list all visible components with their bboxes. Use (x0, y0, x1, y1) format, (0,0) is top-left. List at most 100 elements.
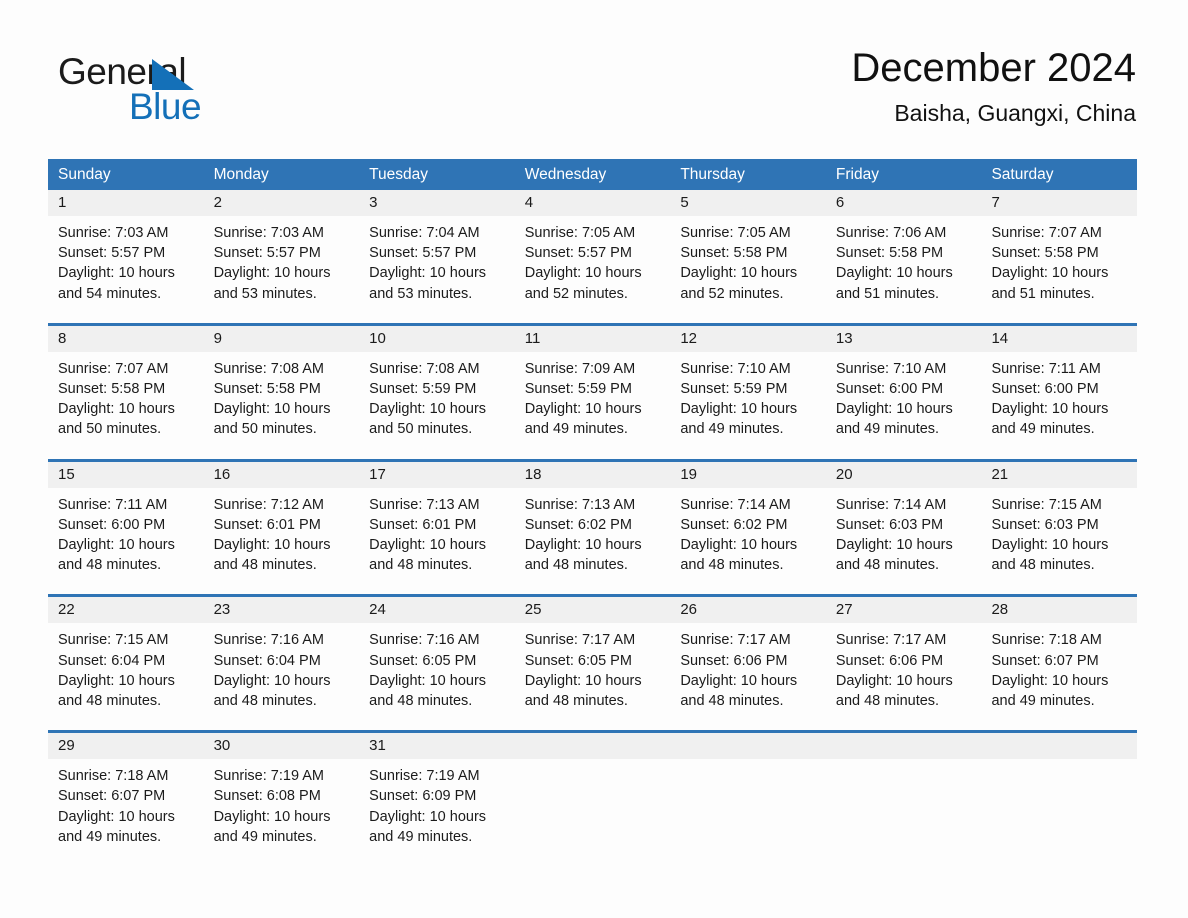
day-number (514, 733, 671, 760)
daylight-text: Daylight: 10 hours and 48 minutes. (369, 672, 487, 710)
calendar-day-cell[interactable]: 31 Sunrise: 7:19 AM Sunset: 6:09 PM Dayligh… (359, 733, 515, 857)
sunset-text: Sunset: 5:58 PM (835, 245, 944, 262)
day-details (981, 759, 1137, 847)
calendar-day-cell-empty (670, 733, 826, 857)
day-number: 29 (48, 733, 204, 760)
sunrise-text: Sunrise: 7:03 AM (58, 225, 169, 241)
calendar-day-cell[interactable]: 12 Sunrise: 7:10 AM Sunset: 5:59 PM Dayligh… (670, 325, 826, 450)
daylight-text: Daylight: 10 hours and 49 minutes. (369, 808, 487, 845)
calendar-day-cell[interactable]: 21 Sunrise: 7:15 AM Sunset: 6:03 PM Dayligh… (981, 461, 1138, 586)
sunset-text: Sunset: 6:07 PM (58, 788, 166, 805)
calendar-day-cell[interactable]: 20 Sunrise: 7:14 AM Sunset: 6:03 PM Dayligh… (825, 461, 982, 586)
weekday-header-row: Sunday Monday Tuesday Wednesday Thursday Frid… (48, 159, 1137, 190)
day-number (670, 733, 826, 760)
daylight-text: Daylight: 10 hours and 48 minutes. (680, 672, 798, 710)
day-number: 20 (825, 461, 982, 488)
weekday-header-sunday: Sunday (58, 166, 111, 183)
calendar-day-cell[interactable]: 29 Sunrise: 7:18 AM Sunset: 6:07 PM Dayligh… (48, 733, 204, 857)
daylight-text: Daylight: 10 hours and 53 minutes. (369, 265, 487, 302)
daylight-text: Daylight: 10 hours and 52 minutes. (524, 265, 642, 302)
day-number: 23 (203, 597, 360, 624)
calendar-day-cell[interactable]: 30 Sunrise: 7:19 AM Sunset: 6:08 PM Dayligh… (203, 733, 360, 857)
day-details: Sunrise: 7:03 AM Sunset: 5:57 PM Daylight:… (48, 216, 204, 314)
daylight-text: Daylight: 10 hours and 48 minutes. (524, 672, 642, 710)
day-details: Sunrise: 7:10 AM Sunset: 6:00 PM Daylight:… (826, 352, 982, 450)
calendar-day-cell[interactable]: 4 Sunrise: 7:05 AM Sunset: 5:57 PM Daylight… (514, 190, 671, 314)
day-details: Sunrise: 7:14 AM Sunset: 6:02 PM Daylight:… (670, 488, 826, 586)
sunrise-text: Sunrise: 7:12 AM (213, 496, 324, 513)
daylight-text: Daylight: 10 hours and 49 minutes. (991, 401, 1109, 438)
sunset-text: Sunset: 6:05 PM (524, 652, 632, 669)
daylight-text: Daylight: 10 hours and 49 minutes. (524, 401, 642, 438)
day-number: 30 (203, 733, 360, 760)
page-title: December 2024 (851, 46, 1136, 90)
daylight-text: Daylight: 10 hours and 49 minutes. (680, 401, 798, 438)
weekday-header-saturday: Saturday (991, 166, 1054, 183)
calendar-day-cell[interactable]: 8 Sunrise: 7:07 AM Sunset: 5:58 PM Daylight… (48, 325, 204, 450)
calendar-day-cell[interactable]: 11 Sunrise: 7:09 AM Sunset: 5:59 PM Dayligh… (514, 325, 671, 450)
calendar-day-cell[interactable]: 5 Sunrise: 7:05 AM Sunset: 5:58 PM Daylight… (670, 190, 826, 314)
sunset-text: Sunset: 6:00 PM (991, 381, 1099, 398)
calendar-day-cell[interactable]: 18 Sunrise: 7:13 AM Sunset: 6:02 PM Dayligh… (514, 461, 671, 586)
calendar-day-cell[interactable]: 17 Sunrise: 7:13 AM Sunset: 6:01 PM Dayligh… (359, 461, 515, 586)
calendar-day-cell[interactable]: 22 Sunrise: 7:15 AM Sunset: 6:04 PM Dayligh… (48, 597, 204, 721)
daylight-text: Daylight: 10 hours and 50 minutes. (58, 401, 175, 438)
day-number: 28 (981, 597, 1138, 624)
daylight-text: Daylight: 10 hours and 49 minutes. (835, 401, 953, 438)
sunrise-text: Sunrise: 7:18 AM (58, 768, 169, 785)
day-number: 18 (514, 461, 671, 488)
day-details: Sunrise: 7:16 AM Sunset: 6:05 PM Daylight:… (359, 623, 515, 721)
day-number: 8 (48, 325, 204, 352)
day-number (981, 733, 1138, 760)
day-number: 26 (670, 597, 826, 624)
sunset-text: Sunset: 6:02 PM (680, 516, 788, 533)
day-details: Sunrise: 7:09 AM Sunset: 5:59 PM Daylight:… (515, 352, 671, 450)
sunset-text: Sunset: 5:57 PM (369, 245, 477, 262)
calendar-week-row: 29 Sunrise: 7:18 AM Sunset: 6:07 PM Dayligh… (48, 730, 1138, 858)
calendar-day-cell[interactable]: 16 Sunrise: 7:12 AM Sunset: 6:01 PM Dayligh… (203, 461, 360, 586)
sunset-text: Sunset: 6:02 PM (524, 516, 632, 533)
daylight-text: Daylight: 10 hours and 48 minutes. (991, 537, 1109, 574)
sunrise-text: Sunrise: 7:19 AM (369, 768, 480, 785)
calendar-day-cell[interactable]: 26 Sunrise: 7:17 AM Sunset: 6:06 PM Dayligh… (670, 597, 826, 721)
calendar-day-cell[interactable]: 3 Sunrise: 7:04 AM Sunset: 5:57 PM Daylight… (359, 190, 515, 314)
calendar-day-cell[interactable]: 23 Sunrise: 7:16 AM Sunset: 6:04 PM Dayligh… (203, 597, 360, 721)
calendar-day-cell[interactable]: 2 Sunrise: 7:03 AM Sunset: 5:57 PM Daylight… (203, 190, 360, 314)
sunrise-text: Sunrise: 7:11 AM (991, 360, 1101, 377)
day-number: 12 (670, 325, 826, 352)
calendar-day-cell[interactable]: 13 Sunrise: 7:10 AM Sunset: 6:00 PM Dayligh… (825, 325, 982, 450)
daylight-text: Daylight: 10 hours and 51 minutes. (991, 265, 1109, 302)
day-details: Sunrise: 7:11 AM Sunset: 6:00 PM Daylight:… (981, 352, 1137, 450)
day-number: 19 (670, 461, 826, 488)
calendar-day-cell[interactable]: 25 Sunrise: 7:17 AM Sunset: 6:05 PM Dayligh… (514, 597, 671, 721)
sunrise-text: Sunrise: 7:03 AM (213, 225, 324, 241)
calendar-day-cell-empty (514, 733, 671, 857)
sunset-text: Sunset: 5:58 PM (58, 381, 166, 398)
daylight-text: Daylight: 10 hours and 52 minutes. (680, 265, 798, 302)
daylight-text: Daylight: 10 hours and 49 minutes. (213, 808, 331, 845)
generalblue-logo[interactable]: General Blue (58, 52, 318, 132)
day-number: 4 (514, 190, 671, 216)
weekday-header-wednesday: Wednesday (524, 166, 607, 183)
calendar-day-cell[interactable]: 14 Sunrise: 7:11 AM Sunset: 6:00 PM Dayligh… (981, 325, 1138, 450)
sunrise-text: Sunrise: 7:08 AM (213, 360, 324, 377)
calendar-day-cell[interactable]: 24 Sunrise: 7:16 AM Sunset: 6:05 PM Dayligh… (359, 597, 515, 721)
day-details: Sunrise: 7:12 AM Sunset: 6:01 PM Daylight:… (204, 488, 360, 586)
calendar-day-cell[interactable]: 6 Sunrise: 7:06 AM Sunset: 5:58 PM Daylight… (825, 190, 982, 314)
calendar-day-cell[interactable]: 9 Sunrise: 7:08 AM Sunset: 5:58 PM Daylight… (203, 325, 360, 450)
daylight-text: Daylight: 10 hours and 54 minutes. (58, 265, 175, 302)
daylight-text: Daylight: 10 hours and 48 minutes. (680, 537, 798, 574)
daylight-text: Daylight: 10 hours and 48 minutes. (835, 672, 953, 710)
calendar-day-cell[interactable]: 7 Sunrise: 7:07 AM Sunset: 5:58 PM Daylight… (981, 190, 1138, 314)
calendar-day-cell[interactable]: 27 Sunrise: 7:17 AM Sunset: 6:06 PM Dayligh… (825, 597, 982, 721)
calendar-day-cell[interactable]: 19 Sunrise: 7:14 AM Sunset: 6:02 PM Dayligh… (670, 461, 826, 586)
calendar-day-cell[interactable]: 10 Sunrise: 7:08 AM Sunset: 5:59 PM Dayligh… (359, 325, 515, 450)
calendar-day-cell[interactable]: 15 Sunrise: 7:11 AM Sunset: 6:00 PM Dayligh… (48, 461, 204, 586)
day-details: Sunrise: 7:11 AM Sunset: 6:00 PM Daylight:… (48, 488, 204, 586)
sunrise-text: Sunrise: 7:17 AM (524, 632, 636, 649)
day-details: Sunrise: 7:03 AM Sunset: 5:57 PM Daylight:… (204, 216, 360, 314)
day-details: Sunrise: 7:18 AM Sunset: 6:07 PM Daylight:… (48, 759, 204, 857)
calendar-day-cell[interactable]: 28 Sunrise: 7:18 AM Sunset: 6:07 PM Dayligh… (981, 597, 1138, 721)
sunset-text: Sunset: 6:03 PM (991, 516, 1099, 533)
calendar-day-cell[interactable]: 1 Sunrise: 7:03 AM Sunset: 5:57 PM Daylight… (48, 190, 204, 314)
